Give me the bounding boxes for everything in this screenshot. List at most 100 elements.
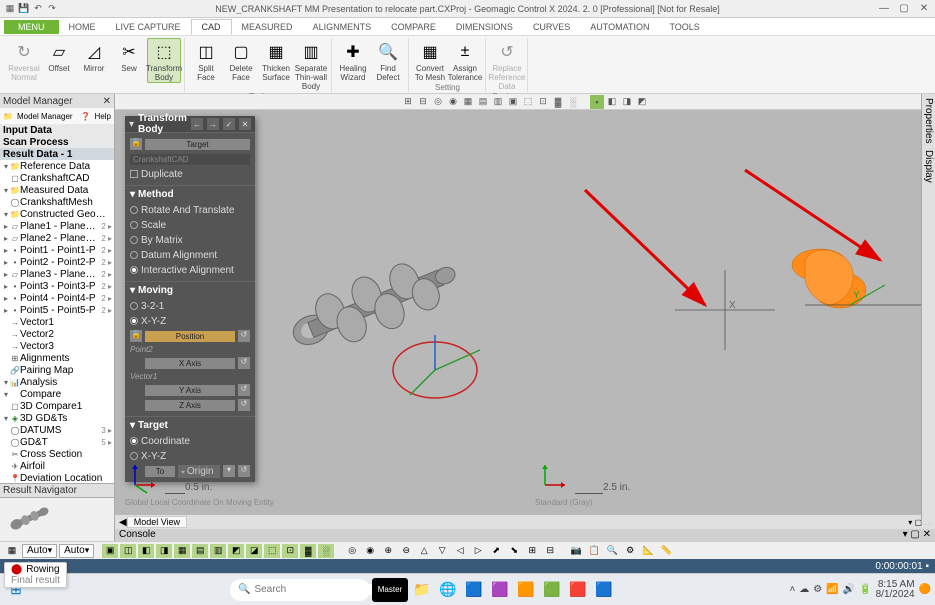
tab-dimensions[interactable]: DIMENSIONS xyxy=(446,20,523,34)
duplicate-checkbox[interactable] xyxy=(130,170,138,178)
sel-icon[interactable]: ◧ xyxy=(138,544,154,558)
taskbar-clock[interactable]: 8:15 AM8/1/2024 xyxy=(876,580,915,600)
tab-measured[interactable]: MEASURED xyxy=(232,20,303,34)
sel-icon[interactable]: ▦ xyxy=(174,544,190,558)
dialog-back-icon[interactable]: ← xyxy=(191,118,203,130)
tree-node[interactable]: →Vector3 xyxy=(0,340,114,352)
ribbon-separate-thin-wall-body[interactable]: ▥SeparateThin-wall Body xyxy=(294,38,328,92)
tree-node[interactable]: ▸▱Plane1 - Plane1-P2 ▸ xyxy=(0,220,114,232)
vt-icon[interactable]: ▤ xyxy=(476,95,490,109)
target-button[interactable]: Target xyxy=(145,139,250,150)
tree-node[interactable]: ◯GD&T5 ▸ xyxy=(0,436,114,448)
tree-node[interactable]: ◯CrankshaftMesh xyxy=(0,196,114,208)
tree-node[interactable]: ▸•Point2 - Point2-P2 ▸ xyxy=(0,256,114,268)
tree-node[interactable]: ▢CrankshaftCAD xyxy=(0,172,114,184)
target-header[interactable]: Target xyxy=(138,420,168,431)
minimize-icon[interactable]: — xyxy=(877,3,891,14)
sel-icon[interactable]: 📷 xyxy=(568,544,584,558)
reset-icon[interactable]: ↺ xyxy=(238,330,250,342)
tab-curves[interactable]: CURVES xyxy=(523,20,580,34)
sel-icon[interactable]: ⊕ xyxy=(380,544,396,558)
viewport-3d[interactable]: ▾ Transform Body ← → ✓ ✕ 🔒Target Cranksh… xyxy=(115,110,935,515)
vt-icon[interactable]: ⊡ xyxy=(536,95,550,109)
sel-icon[interactable]: ▽ xyxy=(434,544,450,558)
tab-compare[interactable]: COMPARE xyxy=(381,20,446,34)
ribbon-healing-wizard[interactable]: ✚HealingWizard xyxy=(336,38,370,83)
method-radio[interactable] xyxy=(130,236,138,244)
tab-live-capture[interactable]: LIVE CAPTURE xyxy=(106,20,191,34)
collapse-icon[interactable]: ▾ xyxy=(129,119,134,130)
vt-icon[interactable]: ▣ xyxy=(506,95,520,109)
ribbon-split-face[interactable]: ◫SplitFace xyxy=(189,38,223,92)
tree-node[interactable]: ▸•Point3 - Point3-P2 ▸ xyxy=(0,280,114,292)
ribbon-sew[interactable]: ✂Sew xyxy=(112,38,146,83)
maximize-icon[interactable]: ▢ xyxy=(897,3,911,14)
tree-node[interactable]: ▾◈3D GD&Ts xyxy=(0,412,114,424)
sel-icon[interactable]: ◁ xyxy=(452,544,468,558)
lock-icon[interactable]: 🔒 xyxy=(130,138,142,150)
sel-icon[interactable]: ▓ xyxy=(300,544,316,558)
ribbon-mirror[interactable]: ◿Mirror xyxy=(77,38,111,83)
vt-icon[interactable]: ⊞ xyxy=(401,95,415,109)
radio-coordinate[interactable] xyxy=(130,437,138,445)
sel-icon[interactable]: ◩ xyxy=(228,544,244,558)
vt-icon[interactable]: ⬚ xyxy=(521,95,535,109)
task-icon[interactable]: 🟦 xyxy=(462,578,486,602)
panel-close-icon[interactable]: ✕ xyxy=(103,96,111,107)
task-icon[interactable]: 🟧 xyxy=(514,578,538,602)
app-menu-icon[interactable]: ▦ xyxy=(4,3,16,15)
sel-icon[interactable]: ⊖ xyxy=(398,544,414,558)
position-button[interactable]: Position xyxy=(145,331,235,342)
tree-node[interactable]: →Vector1 xyxy=(0,316,114,328)
vt-icon[interactable]: ⊟ xyxy=(416,95,430,109)
tab-cad[interactable]: CAD xyxy=(191,19,232,35)
method-header[interactable]: Method xyxy=(138,189,174,200)
sel-icon[interactable]: 📏 xyxy=(658,544,674,558)
tab-alignments[interactable]: ALIGNMENTS xyxy=(303,20,382,34)
ribbon-convert-to-mesh[interactable]: ▦ConvertTo Mesh xyxy=(413,38,447,83)
tray-icon[interactable]: ⚙ xyxy=(813,584,822,595)
vt-icon[interactable]: ◎ xyxy=(431,95,445,109)
tree-node[interactable]: 🔗Pairing Map xyxy=(0,364,114,376)
sel-icon[interactable]: ⬈ xyxy=(488,544,504,558)
sel-icon[interactable]: ▤ xyxy=(192,544,208,558)
sel-icon[interactable]: ▣ xyxy=(102,544,118,558)
moving-header[interactable]: Moving xyxy=(138,285,173,296)
model-view-tab[interactable]: Model View xyxy=(127,516,187,528)
search-input[interactable] xyxy=(254,584,386,595)
undo-icon[interactable]: ↶ xyxy=(32,3,44,15)
tree-node[interactable]: ▸▱Plane3 - Plane3-P2 ▸ xyxy=(0,268,114,280)
task-icon[interactable]: 🟩 xyxy=(540,578,564,602)
dialog-ok-icon[interactable]: ✓ xyxy=(223,118,235,130)
tree-node[interactable]: ◯DATUMS3 ▸ xyxy=(0,424,114,436)
vt-icon[interactable]: ▦ xyxy=(461,95,475,109)
vt-icon[interactable]: ◉ xyxy=(446,95,460,109)
tree-node[interactable]: ▸•Point5 - Point5-P2 ▸ xyxy=(0,304,114,316)
task-icon[interactable]: 🟪 xyxy=(488,578,512,602)
tree-node[interactable]: ✂Cross Section xyxy=(0,448,114,460)
lock-icon[interactable]: 🔒 xyxy=(130,330,142,342)
sel-icon[interactable]: 📋 xyxy=(586,544,602,558)
properties-tab[interactable]: Properties xyxy=(923,98,934,144)
console-controls[interactable]: ▾ ▢ ✕ xyxy=(903,529,931,541)
task-icon[interactable]: 📁 xyxy=(410,578,434,602)
close-icon[interactable]: ✕ xyxy=(917,3,931,14)
origin-field[interactable]: ⌖ Origin xyxy=(178,465,220,478)
tray-icon[interactable]: ☁ xyxy=(799,584,809,595)
display-tab[interactable]: Display xyxy=(923,150,934,183)
task-icon[interactable]: 🟦 xyxy=(592,578,616,602)
vt-icon[interactable]: ▪ xyxy=(590,95,604,109)
method-radio[interactable] xyxy=(130,266,138,274)
redo-icon[interactable]: ↷ xyxy=(46,3,58,15)
task-icon[interactable]: 🟥 xyxy=(566,578,590,602)
zaxis-button[interactable]: Z Axis xyxy=(145,400,235,411)
model-manager-tab[interactable]: Model Manager xyxy=(17,112,73,121)
vt-icon[interactable]: ◨ xyxy=(620,95,634,109)
sel-icon[interactable]: ▷ xyxy=(470,544,486,558)
ribbon-assign-tolerance[interactable]: ±AssignTolerance xyxy=(448,38,482,83)
task-icon[interactable]: 🌐 xyxy=(436,578,460,602)
tree-node[interactable]: ✈Airfoil xyxy=(0,460,114,472)
ribbon-find-defect[interactable]: 🔍FindDefect xyxy=(371,38,405,83)
task-icon[interactable]: Master xyxy=(372,578,408,602)
yaxis-button[interactable]: Y Axis xyxy=(145,385,235,396)
